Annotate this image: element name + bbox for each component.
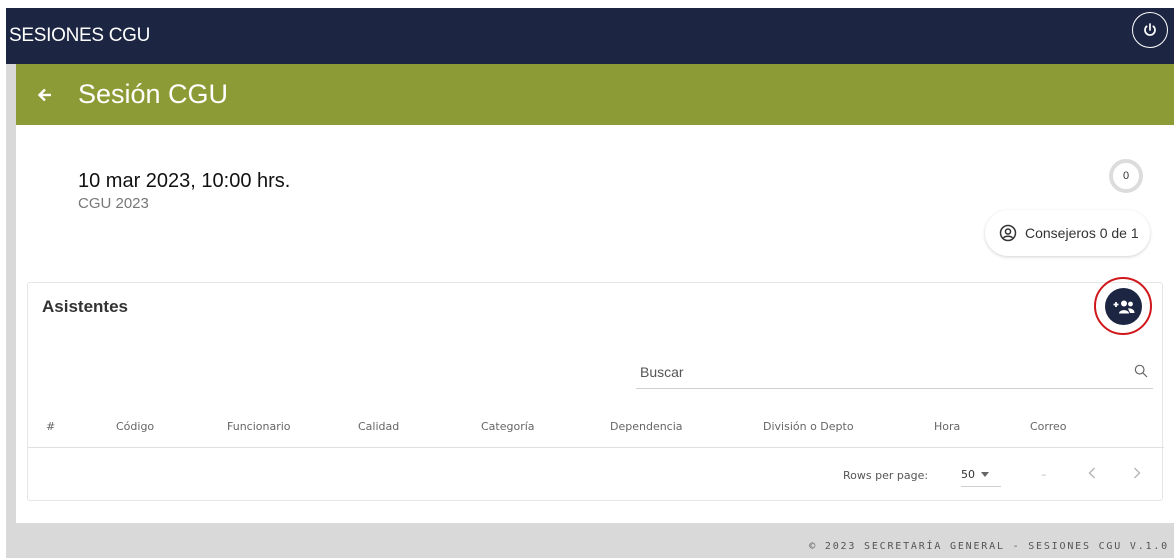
asistentes-title: Asistentes bbox=[42, 297, 128, 316]
column-dependencia[interactable]: Dependencia bbox=[610, 420, 683, 433]
search-field bbox=[636, 355, 1153, 389]
column-categoria[interactable]: Categoría bbox=[481, 420, 535, 433]
column-calidad[interactable]: Calidad bbox=[358, 420, 399, 433]
consejeros-label: Consejeros 0 de 1 bbox=[1025, 225, 1139, 241]
app-page: SESIONES CGU Sesión CGU 10 mar 2023, 10:… bbox=[6, 8, 1174, 558]
caret-down-icon bbox=[981, 472, 989, 477]
chevron-right-icon bbox=[1134, 467, 1141, 479]
page-range: – bbox=[1041, 468, 1047, 481]
column-hora[interactable]: Hora bbox=[934, 420, 960, 433]
search-input[interactable] bbox=[636, 356, 1153, 387]
page-footer: © 2023 SECRETARÍA GENERAL - SESIONES CGU… bbox=[6, 528, 1174, 558]
attendance-count-badge: 0 bbox=[1109, 159, 1143, 193]
table-header: # Código Funcionario Calidad Categoría D… bbox=[28, 408, 1164, 448]
table-pagination: Rows per page: 50 – bbox=[28, 449, 1164, 501]
session-header: Sesión CGU bbox=[16, 64, 1174, 125]
footer-text: © 2023 SECRETARÍA GENERAL - SESIONES CGU… bbox=[809, 541, 1169, 552]
next-page-button[interactable] bbox=[1128, 464, 1146, 482]
column-funcionario[interactable]: Funcionario bbox=[227, 420, 291, 433]
consejeros-chip[interactable]: Consejeros 0 de 1 bbox=[985, 210, 1150, 256]
column-correo[interactable]: Correo bbox=[1030, 420, 1067, 433]
previous-page-button[interactable] bbox=[1083, 464, 1101, 482]
app-title: SESIONES CGU bbox=[9, 25, 151, 46]
arrow-left-icon bbox=[38, 88, 51, 101]
page-title: Sesión CGU bbox=[78, 79, 229, 109]
session-subtitle: CGU 2023 bbox=[78, 195, 149, 212]
add-group-icon bbox=[1113, 300, 1134, 313]
power-icon bbox=[1144, 23, 1156, 36]
session-date: 10 mar 2023, 10:00 hrs. bbox=[78, 170, 291, 192]
rows-per-page-value: 50 bbox=[961, 468, 975, 481]
column-codigo[interactable]: Código bbox=[116, 420, 154, 433]
logout-button[interactable] bbox=[1132, 12, 1168, 48]
column-number[interactable]: # bbox=[46, 420, 55, 433]
column-division[interactable]: División o Depto bbox=[763, 420, 854, 433]
user-circle-icon bbox=[999, 224, 1017, 242]
rows-per-page-select[interactable]: 50 bbox=[961, 463, 1001, 487]
rows-per-page-label: Rows per page: bbox=[843, 469, 929, 482]
top-app-bar: SESIONES CGU bbox=[6, 8, 1174, 64]
search-icon[interactable] bbox=[1133, 363, 1149, 379]
back-button[interactable] bbox=[33, 83, 57, 107]
session-card: Sesión CGU 10 mar 2023, 10:00 hrs. CGU 2… bbox=[16, 64, 1174, 523]
add-attendee-button[interactable] bbox=[1105, 288, 1142, 325]
chevron-left-icon bbox=[1088, 467, 1095, 479]
asistentes-panel: Asistentes # Códi bbox=[27, 277, 1164, 501]
attendance-count: 0 bbox=[1122, 170, 1130, 182]
